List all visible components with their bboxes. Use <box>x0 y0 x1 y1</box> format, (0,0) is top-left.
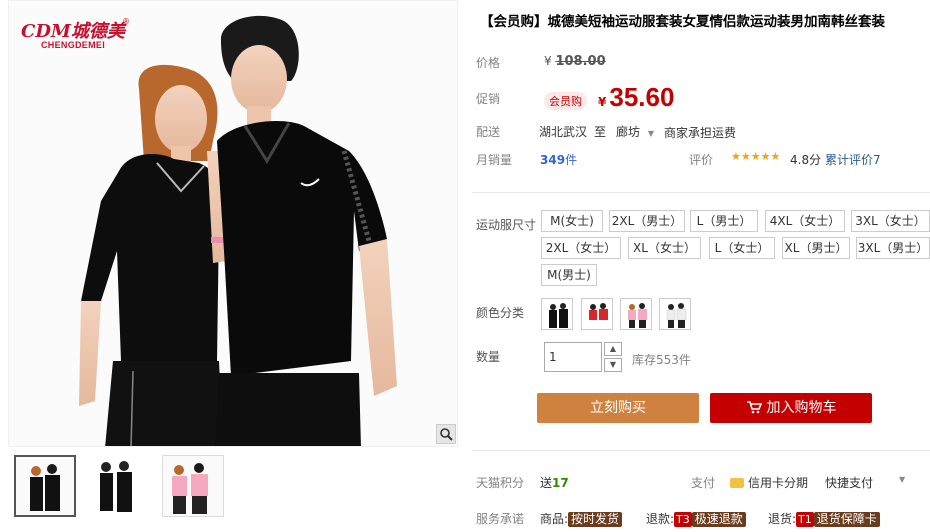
delivery-destination-select[interactable]: 廊坊 ▼ <box>616 123 654 140</box>
sales-row: 月销量 349件 评价 ★★★★★ 4.8分 累计评价7 <box>476 150 881 168</box>
size-label-row: 运动服尺寸 <box>476 216 536 233</box>
brand-registered-mark: ® <box>122 17 130 26</box>
tmall-points-label: 天猫积分 <box>476 476 525 490</box>
monthly-sales-unit: 件 <box>565 153 578 167</box>
thumbnail-3[interactable] <box>162 455 224 517</box>
thumbnail-2[interactable] <box>88 455 150 517</box>
quantity-row: 数量 1 ▲ ▼ 库存553件 <box>476 342 876 374</box>
credit-card-label: 信用卡分期 <box>748 476 809 490</box>
delivery-destination: 廊坊 <box>616 125 641 139</box>
stock-text: 库存553件 <box>632 353 691 367</box>
delivery-row: 配送 湖北武汉 至 廊坊 ▼ 商家承担运费 <box>476 123 736 140</box>
size-option[interactable]: XL（女士） <box>628 237 701 259</box>
rating-stars-icon: ★★★★★ <box>731 150 781 163</box>
payment-label: 支付 <box>691 476 716 490</box>
monthly-sales-count: 349 <box>540 153 566 167</box>
size-option[interactable]: 3XL（男士） <box>856 237 930 259</box>
price-label: 价格 <box>476 56 501 70</box>
monthly-sales-label: 月销量 <box>476 153 513 167</box>
size-label: 运动服尺寸 <box>476 218 537 232</box>
quantity-increase-button[interactable]: ▲ <box>604 342 622 356</box>
delivery-label: 配送 <box>476 125 501 139</box>
original-price-value: 108.00 <box>555 54 606 69</box>
size-option[interactable]: M(女士) <box>541 210 603 232</box>
credit-card-installment[interactable]: 信用卡分期 <box>730 474 808 491</box>
quantity-label: 数量 <box>476 350 501 364</box>
points-payment-row: 天猫积分 送17 支付 信用卡分期 快捷支付 ▼ <box>476 474 926 491</box>
original-price-currency: ¥ <box>544 54 552 68</box>
on-time-delivery-badge: 按时发货 <box>568 512 623 527</box>
price-row: 价格 ¥ 108.00 <box>476 54 606 71</box>
chevron-down-icon[interactable]: ▼ <box>899 475 905 484</box>
color-label: 颜色分类 <box>476 306 525 320</box>
promo-row: 促销 会员购 ¥35.60 <box>476 82 674 112</box>
shipping-note: 商家承担运费 <box>664 126 737 140</box>
divider <box>472 192 930 193</box>
brand-logo-subtitle: CHENGDEMEI <box>41 40 106 50</box>
service-return-label: 退货: <box>768 512 797 526</box>
product-gallery: CDM城德美 CHENGDEMEI ® <box>8 0 458 532</box>
buy-now-button[interactable]: 立刻购买 <box>537 393 699 423</box>
color-swatch-white[interactable] <box>659 298 691 330</box>
size-option[interactable]: 2XL（男士） <box>609 210 685 232</box>
service-goods: 商品: 按时发货 <box>540 510 623 527</box>
delivery-from: 湖北武汉 <box>539 125 588 139</box>
chevron-down-icon: ▼ <box>647 129 654 138</box>
promo-badge: 会员购 <box>544 92 587 110</box>
size-option[interactable]: 3XL（女士） <box>851 210 930 232</box>
product-info-panel: 【会员购】城德美短袖运动服套装女夏情侣款运动装男加南韩丝套装 价格 ¥ 108.… <box>472 0 930 532</box>
zoom-icon[interactable] <box>436 424 456 444</box>
thumbnail-1[interactable] <box>14 455 76 517</box>
main-product-image[interactable]: CDM城德美 CHENGDEMEI ® <box>8 0 458 447</box>
service-goods-label: 商品: <box>540 512 569 526</box>
return-guarantee-badge: 退货保障卡 <box>813 512 880 527</box>
tmall-points-value: 17 <box>552 476 569 490</box>
add-to-cart-label: 加入购物车 <box>766 400 837 416</box>
return-code-badge: T1 <box>796 512 814 527</box>
refund-code-badge: T3 <box>674 512 692 527</box>
size-option[interactable]: L（男士） <box>690 210 758 232</box>
fast-refund-badge: 极速退款 <box>691 512 746 527</box>
promo-price-value: 35.60 <box>609 82 675 112</box>
promo-price-currency: ¥ <box>598 95 607 109</box>
monthly-sales: 349件 <box>540 151 577 168</box>
service-return: 退货: T1 退货保障卡 <box>768 510 880 527</box>
divider <box>472 450 930 451</box>
size-option[interactable]: M(男士) <box>541 264 597 286</box>
promo-price: ¥35.60 <box>598 82 674 113</box>
reviews-link[interactable]: 累计评价7 <box>825 151 881 168</box>
thumbnail-strip <box>12 455 452 523</box>
original-price: ¥ 108.00 <box>544 54 606 69</box>
quantity-input[interactable]: 1 <box>544 342 602 372</box>
service-row: 服务承诺 商品: 按时发货 退款: T3 极速退款 退货: T1 退货保障卡 <box>476 510 926 527</box>
color-swatch-pink[interactable] <box>620 298 652 330</box>
delivery-to-word: 至 <box>594 125 607 139</box>
color-label-row: 颜色分类 <box>476 304 524 321</box>
rating-label: 评价 <box>689 153 714 167</box>
color-swatch-red[interactable] <box>581 298 613 330</box>
credit-card-icon <box>730 478 744 488</box>
service-refund-label: 退款: <box>646 512 675 526</box>
size-option[interactable]: L（女士） <box>709 237 775 259</box>
rating-score: 4.8分 <box>790 153 822 167</box>
quick-pay[interactable]: 快捷支付 <box>825 474 873 491</box>
size-option[interactable]: 2XL（女士） <box>541 237 621 259</box>
product-title: 【会员购】城德美短袖运动服套装女夏情侣款运动装男加南韩丝套装 <box>480 14 885 30</box>
service-label: 服务承诺 <box>476 512 525 526</box>
quantity-decrease-button[interactable]: ▼ <box>604 358 622 372</box>
promo-label: 促销 <box>476 92 501 106</box>
size-option[interactable]: 4XL（女士） <box>765 210 845 232</box>
brand-logo: CDM城德美 CHENGDEMEI ® <box>21 13 131 55</box>
size-option[interactable]: XL（男士） <box>782 237 850 259</box>
service-refund: 退款: T3 极速退款 <box>646 510 746 527</box>
tmall-points: 送17 <box>540 474 569 491</box>
cart-icon <box>746 401 762 414</box>
color-swatch-black[interactable] <box>541 298 573 330</box>
add-to-cart-button[interactable]: 加入购物车 <box>710 393 872 423</box>
tmall-points-prefix: 送 <box>540 476 553 490</box>
couple-photo <box>79 15 397 446</box>
